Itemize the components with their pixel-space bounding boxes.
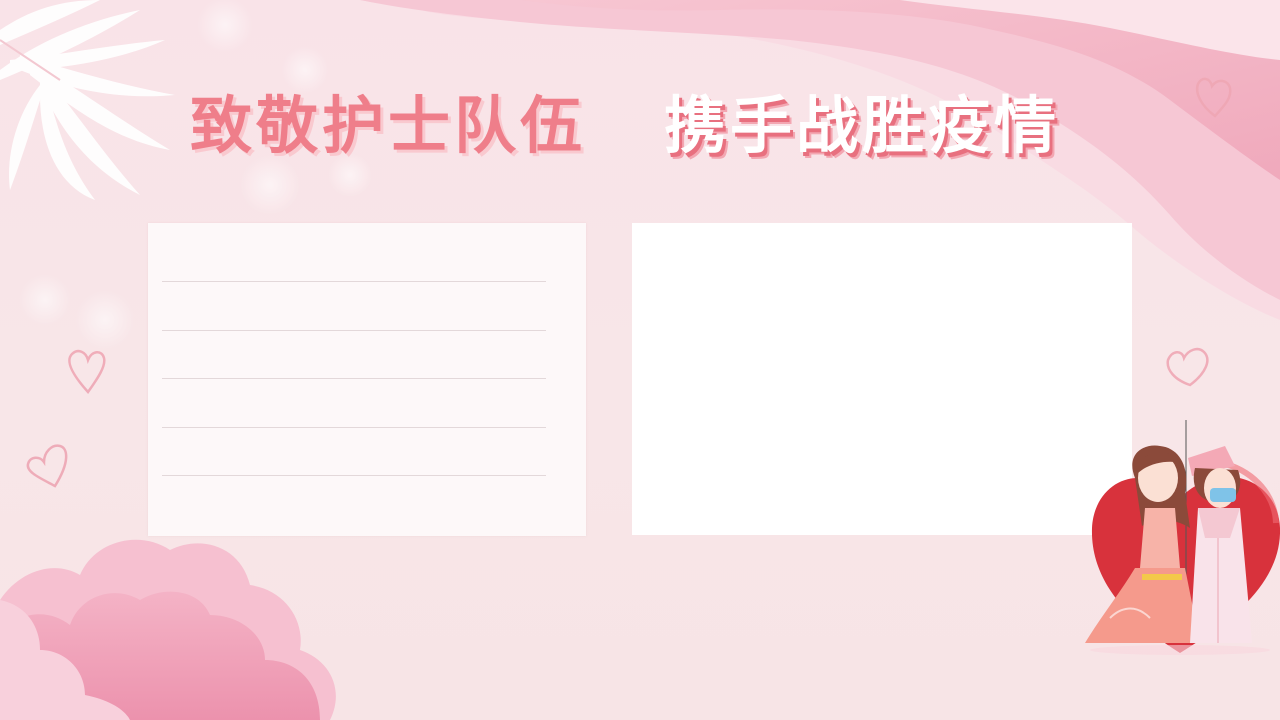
ruled-line [162, 427, 546, 428]
lined-text-panel[interactable] [148, 223, 586, 536]
title-right: 携手战胜疫情 [664, 89, 1061, 162]
cloud-decoration [0, 539, 336, 720]
ruled-line [162, 475, 546, 476]
nurse-illustration [1085, 420, 1280, 655]
nurse-figure [1188, 446, 1252, 643]
ruled-line [162, 281, 546, 282]
ruled-line [162, 330, 546, 331]
ruled-line [162, 378, 546, 379]
title-left: 致敬护士队伍 [190, 89, 587, 162]
image-placeholder-panel[interactable] [632, 223, 1132, 535]
leaf-icon [0, 0, 175, 200]
